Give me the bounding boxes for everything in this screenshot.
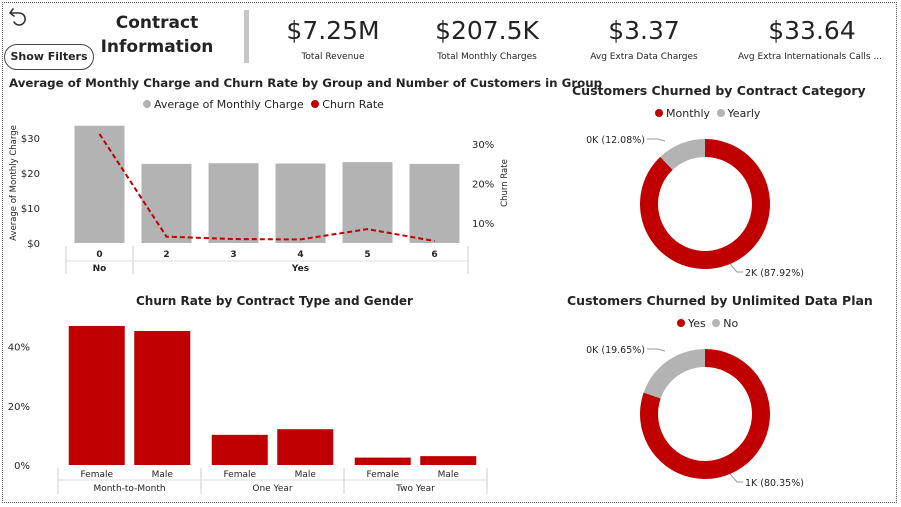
bar (409, 163, 460, 243)
page-title-line1: Contract (115, 13, 199, 33)
bar (208, 163, 259, 243)
y-axis-tick-label: 40% (8, 343, 30, 354)
donut-data-label: 1K (80.35%) (745, 478, 804, 489)
x-axis-group-label: Month-to-Month (93, 484, 165, 494)
chart1-legend-item[interactable]: Churn Rate (322, 98, 384, 111)
leader-line (647, 348, 666, 352)
kpi-avg-extra-data-value: $3.37 (608, 16, 680, 45)
donut-data-label: 2K (87.92%) (745, 268, 804, 279)
y2-axis-tick-label: 10% (472, 219, 494, 230)
kpi-total-monthly-charges-value: $207.5K (435, 16, 539, 45)
donut2-legend-item[interactable]: Yes (688, 317, 706, 330)
page-title: Contract Information (98, 11, 216, 59)
y2-axis-tick-label: 20% (472, 180, 494, 191)
bar (74, 125, 125, 243)
x-axis-tick-label: Male (295, 470, 317, 480)
legend-swatch (311, 100, 320, 108)
y-axis-tick-label: 20% (8, 402, 30, 413)
kpi-avg-extra-intl-calls-value: $33.64 (768, 16, 856, 45)
chart2-title: Churn Rate by Contract Type and Gender (136, 294, 413, 308)
donut2-chart[interactable]: 0K (19.65%) 1K (80.35%) (560, 332, 880, 497)
legend-swatch (712, 319, 721, 327)
kpi-total-monthly-charges-label: Total Monthly Charges (437, 52, 537, 62)
bar (354, 457, 411, 465)
page-title-line2: Information (100, 37, 214, 57)
chart1-title: Average of Monthly Charge and Churn Rate… (9, 76, 603, 90)
donut2-title: Customers Churned by Unlimited Data Plan (567, 293, 873, 308)
kpi-avg-extra-intl-calls-label: Avg Extra Internationals Calls ... (737, 52, 883, 62)
x-axis-tick-label: 0 (96, 250, 102, 260)
donut2-legend-item[interactable]: No (723, 317, 738, 330)
y-axis-tick-label: $0 (27, 239, 40, 250)
donut1-chart[interactable]: 0K (12.08%) 2K (87.92%) (560, 122, 880, 287)
donut1-legend-item[interactable]: Yearly (728, 107, 761, 120)
x-axis-tick-label: 2 (163, 250, 169, 260)
kpi-avg-extra-data-label: Avg Extra Data Charges (590, 52, 698, 62)
x-axis-group-label: One Year (252, 484, 293, 494)
y-axis-tick-label: 0% (14, 461, 30, 472)
legend-swatch (655, 109, 663, 117)
y2-axis-title: Churn Rate (500, 159, 510, 207)
donut2-legend: Yes No (677, 317, 738, 330)
x-axis-tick-label: Female (366, 470, 399, 480)
chart1-legend-item[interactable]: Average of Monthly Charge (154, 98, 304, 111)
x-axis-group-label: Yes (291, 264, 309, 274)
bar (141, 163, 192, 243)
y2-axis-tick-label: 30% (472, 140, 494, 151)
kpi-total-revenue-label: Total Revenue (301, 52, 365, 62)
x-axis-tick-label: Female (80, 470, 113, 480)
bar (277, 429, 334, 465)
leader-line (647, 138, 666, 142)
y-axis-title: Average of Monthly Charge (9, 125, 19, 241)
x-axis-tick-label: 6 (431, 250, 437, 260)
kpi-total-revenue-value: $7.25M (286, 16, 380, 45)
chart1-combo-chart[interactable]: $0 $10 $20 $30 10% 20% 30% Average of Monthly C… (0, 112, 540, 277)
bar (134, 330, 191, 465)
donut-slice (643, 349, 705, 399)
donut-data-label: 0K (12.08%) (586, 135, 645, 146)
y-axis-tick-label: $30 (21, 134, 40, 145)
y-axis-tick-label: $10 (21, 204, 40, 215)
back-arrow-icon[interactable] (7, 5, 29, 27)
x-axis-tick-label: Male (152, 470, 174, 480)
donut-data-label: 0K (19.65%) (586, 345, 645, 356)
legend-swatch (716, 109, 725, 117)
x-axis-tick-label: Female (223, 470, 256, 480)
x-axis-group-label: No (93, 264, 107, 274)
chart2-bar-chart[interactable]: 0% 20% 40% Female Male Female Male Female Male Mo… (0, 312, 540, 497)
show-filters-button[interactable]: Show Filters (4, 44, 94, 70)
leader-line (729, 473, 743, 483)
donut1-legend: Monthly Yearly (655, 107, 760, 120)
x-axis-tick-label: 3 (230, 250, 236, 260)
chart1-legend: Average of Monthly Charge Churn Rate (143, 98, 384, 111)
x-axis-tick-label: 4 (297, 250, 303, 260)
bar (420, 456, 477, 465)
donut1-title: Customers Churned by Contract Category (572, 83, 866, 98)
x-axis-tick-label: 5 (364, 250, 370, 260)
leader-line (729, 263, 743, 273)
legend-swatch (677, 319, 685, 327)
legend-swatch (143, 100, 151, 108)
bar (275, 163, 326, 243)
donut1-legend-item[interactable]: Monthly (666, 107, 710, 120)
bar (68, 325, 125, 465)
bar (211, 434, 268, 465)
donut-slice (640, 139, 770, 269)
y-axis-tick-label: $20 (21, 169, 40, 180)
x-axis-group-label: Two Year (395, 484, 435, 494)
x-axis-tick-label: Male (438, 470, 460, 480)
